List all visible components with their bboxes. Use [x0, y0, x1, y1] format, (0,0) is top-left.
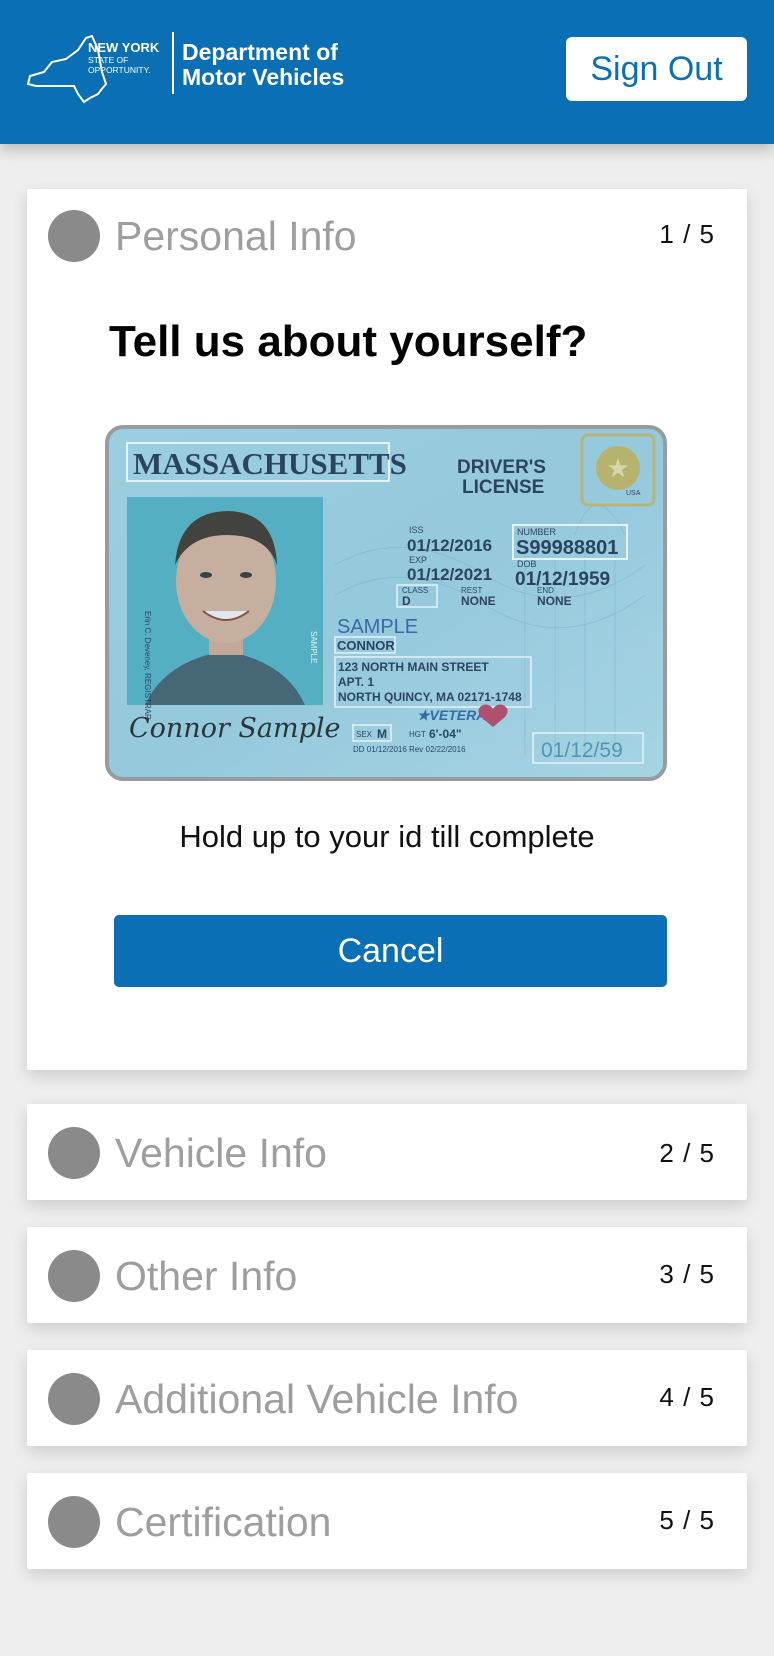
step-card-personal-info: Personal Info 1 / 5 Tell us about yourse…	[27, 189, 747, 1070]
step-card-other-info[interactable]: Other Info 3 / 5	[27, 1227, 747, 1323]
logo-ny-line2: STATE OF	[88, 55, 128, 65]
step-title: Additional Vehicle Info	[115, 1376, 519, 1422]
step-card-vehicle-info[interactable]: Vehicle Info 2 / 5	[27, 1104, 747, 1200]
step-count: 4 / 5	[659, 1382, 715, 1412]
logo-dept-line2: Motor Vehicles	[182, 64, 344, 90]
question-heading: Tell us about yourself?	[109, 317, 588, 366]
scan-hint: Hold up to your id till complete	[179, 819, 595, 854]
step-count: 2 / 5	[659, 1138, 715, 1168]
step-count: 1 / 5	[659, 219, 715, 249]
step-title: Personal Info	[115, 213, 357, 259]
step-status-icon	[48, 1373, 100, 1425]
step-title: Vehicle Info	[115, 1130, 327, 1176]
step-card-additional-vehicle-info[interactable]: Additional Vehicle Info 4 / 5	[27, 1350, 747, 1446]
step-header-personal-info[interactable]: Personal Info 1 / 5	[27, 189, 747, 279]
step-count: 5 / 5	[659, 1505, 715, 1535]
id-card-scan-preview: MASSACHUSETTS DRIVER'S LICENSE ★ USA Eri…	[105, 425, 667, 781]
logo-ny-line1: NEW YORK	[88, 40, 160, 55]
step-title: Other Info	[115, 1253, 298, 1299]
step-card-certification[interactable]: Certification 5 / 5	[27, 1473, 747, 1569]
logo-dept-line1: Department of	[182, 39, 338, 65]
step-count: 3 / 5	[659, 1259, 715, 1289]
step-status-icon	[48, 1250, 100, 1302]
ny-dmv-logo[interactable]: NEW YORK STATE OF OPPORTUNITY. Departmen…	[26, 32, 366, 104]
app-header: NEW YORK STATE OF OPPORTUNITY. Departmen…	[0, 0, 774, 144]
step-title: Certification	[115, 1499, 332, 1545]
step-status-icon	[48, 1496, 100, 1548]
sign-out-button[interactable]: Sign Out	[566, 37, 747, 101]
logo-ny-line3: OPPORTUNITY.	[88, 65, 151, 75]
logo-divider	[172, 32, 174, 94]
step-status-icon	[48, 210, 100, 262]
cancel-button[interactable]: Cancel	[114, 915, 667, 987]
step-status-icon	[48, 1127, 100, 1179]
